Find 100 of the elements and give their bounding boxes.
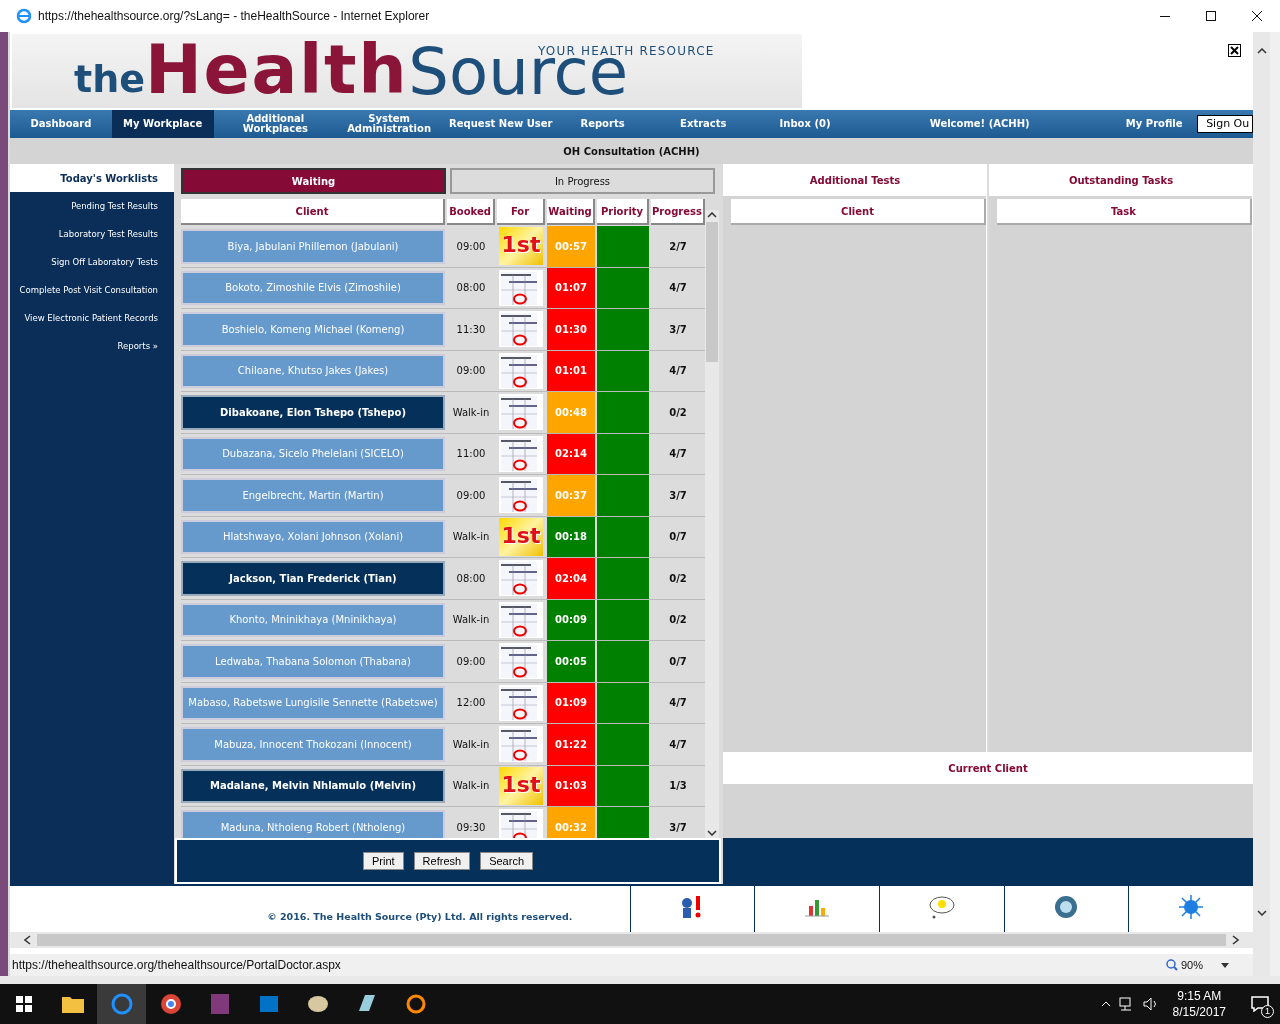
window-title: https://thehealthsource.org/?sLang= - theHealthSource - Internet Explorer: [38, 8, 430, 25]
column-header: Progress: [651, 199, 705, 225]
calendar-icon: [499, 684, 543, 721]
calendar-icon: [499, 601, 543, 638]
close-icon[interactable]: [1228, 44, 1241, 57]
zoom-level: 90%: [1180, 957, 1203, 973]
nav-link[interactable]: Reports: [560, 110, 645, 138]
nav-link[interactable]: My Workplace: [111, 110, 214, 138]
progress-count: 4/7: [669, 696, 687, 711]
booked-time: Walk-in: [452, 530, 490, 545]
action-button[interactable]: Refresh: [413, 852, 471, 870]
booked-time: 09:00: [456, 488, 486, 503]
waiting-time: 02:14: [547, 433, 595, 474]
scroll-down-icon[interactable]: [707, 830, 717, 836]
nav-link[interactable]: System Administration: [337, 110, 441, 138]
nav-link[interactable]: Additional Workplaces: [213, 110, 338, 138]
panel-tab[interactable]: Outstanding Tasks: [989, 164, 1253, 196]
waiting-time: 01:22: [547, 724, 595, 765]
zoom-icon: [1165, 959, 1178, 971]
panel-tab[interactable]: Additional Tests: [723, 164, 987, 196]
progress-count: 2/7: [669, 239, 687, 254]
panel-heading: Current Client: [948, 761, 1028, 776]
waiting-time: 01:30: [547, 309, 595, 350]
progress-count: 4/7: [669, 737, 687, 752]
calendar-icon: [499, 560, 543, 597]
sidebar-link[interactable]: Complete Post Visit Consultation: [19, 276, 174, 304]
scroll-up-icon[interactable]: [1256, 48, 1267, 54]
booked-time: Walk-in: [452, 737, 490, 752]
column-header: Booked: [447, 199, 495, 225]
worklist-tab[interactable]: Waiting: [181, 168, 446, 194]
notification-count: 1: [1261, 1005, 1274, 1018]
booked-time: 09:00: [456, 654, 486, 669]
booked-time: Walk-in: [452, 779, 490, 794]
scroll-up-icon[interactable]: [707, 212, 717, 218]
clock[interactable]: 9:15 AM 8/15/2017: [1166, 988, 1232, 1020]
booked-time: 11:00: [456, 447, 486, 462]
booked-time: 08:00: [456, 281, 486, 296]
sidebar-heading: Today's Worklists: [60, 171, 158, 186]
sidebar-link[interactable]: Sign Off Laboratory Tests: [51, 248, 174, 276]
nav-link[interactable]: Welcome! (ACHH): [847, 110, 1112, 138]
nav-link[interactable]: Dashboard: [10, 110, 112, 138]
client-button[interactable]: Dibakoane, Elon Tshepo (Tshepo): [181, 395, 445, 430]
booked-time: 09:00: [456, 364, 486, 379]
speaker-icon[interactable]: [1142, 997, 1159, 1011]
waiting-time: 00:48: [547, 392, 595, 433]
nav-link[interactable]: Request New User: [440, 110, 561, 138]
sign-out-button[interactable]: Sign Ou: [1197, 115, 1253, 133]
scrollbar-thumb[interactable]: [706, 222, 718, 362]
scroll-right-icon[interactable]: [1232, 935, 1239, 945]
calendar-icon: [499, 643, 543, 680]
column-header: Client: [181, 199, 445, 225]
copyright-text: © 2016. The Health Source (Pty) Ltd. All rights reserved.: [267, 909, 573, 924]
nav-link[interactable]: My Profile: [1111, 110, 1198, 138]
progress-count: 0/7: [669, 530, 687, 545]
worklist-tab[interactable]: In Progress: [450, 168, 715, 194]
dropdown-icon[interactable]: [1221, 962, 1229, 968]
sidebar-link[interactable]: Reports »: [117, 332, 174, 360]
windows-icon: [16, 996, 32, 1012]
waiting-time: 00:57: [547, 226, 595, 267]
scrollbar-thumb[interactable]: [37, 934, 1226, 946]
column-header: Client: [731, 199, 986, 225]
sidebar-link[interactable]: Laboratory Test Results: [58, 220, 174, 248]
nav-link[interactable]: Inbox (0): [762, 110, 848, 138]
waiting-time: 02:04: [547, 558, 595, 599]
calendar-icon: [499, 352, 543, 389]
booked-time: 08:00: [456, 571, 486, 586]
calendar-icon: [499, 726, 543, 763]
footer-link[interactable]: [1004, 886, 1129, 932]
footer-link[interactable]: [630, 886, 755, 932]
scroll-left-icon[interactable]: [24, 935, 31, 945]
booked-time: 09:00: [456, 239, 486, 254]
progress-count: 4/7: [669, 364, 687, 379]
booked-time: Walk-in: [452, 613, 490, 628]
waiting-time: 01:07: [547, 267, 595, 308]
waiting-time: 00:09: [547, 599, 595, 640]
action-button[interactable]: Search: [480, 852, 533, 870]
footer-link[interactable]: [1129, 886, 1253, 932]
column-header: Priority: [597, 199, 649, 225]
nav-link[interactable]: Extracts: [644, 110, 763, 138]
client-button[interactable]: Madalane, Melvin Nhlamulo (Melvin): [181, 768, 445, 803]
client-button[interactable]: Jackson, Tian Frederick (Tian): [181, 561, 445, 596]
sidebar-link[interactable]: Pending Test Results: [71, 192, 174, 220]
sidebar-link[interactable]: View Electronic Patient Records: [24, 304, 174, 332]
waiting-time: 00:32: [547, 807, 595, 838]
calendar-icon: [499, 269, 543, 306]
scroll-down-icon[interactable]: [1256, 910, 1267, 916]
waiting-time: 01:01: [547, 350, 595, 391]
booked-time: Walk-in: [452, 405, 490, 420]
minimize-icon: [1160, 15, 1170, 17]
booked-time: 09:30: [456, 820, 486, 835]
progress-count: 4/7: [669, 447, 687, 462]
chevron-icon[interactable]: [1100, 1001, 1111, 1007]
progress-count: 0/2: [669, 571, 687, 586]
calendar-icon: [499, 394, 543, 431]
close-icon: [1252, 11, 1262, 21]
action-button[interactable]: Print: [363, 852, 404, 870]
waiting-time: 01:03: [547, 765, 595, 806]
message-icon: [1251, 996, 1269, 1012]
booked-time: 12:00: [456, 696, 486, 711]
notifications-button[interactable]: 1: [1240, 984, 1280, 1024]
